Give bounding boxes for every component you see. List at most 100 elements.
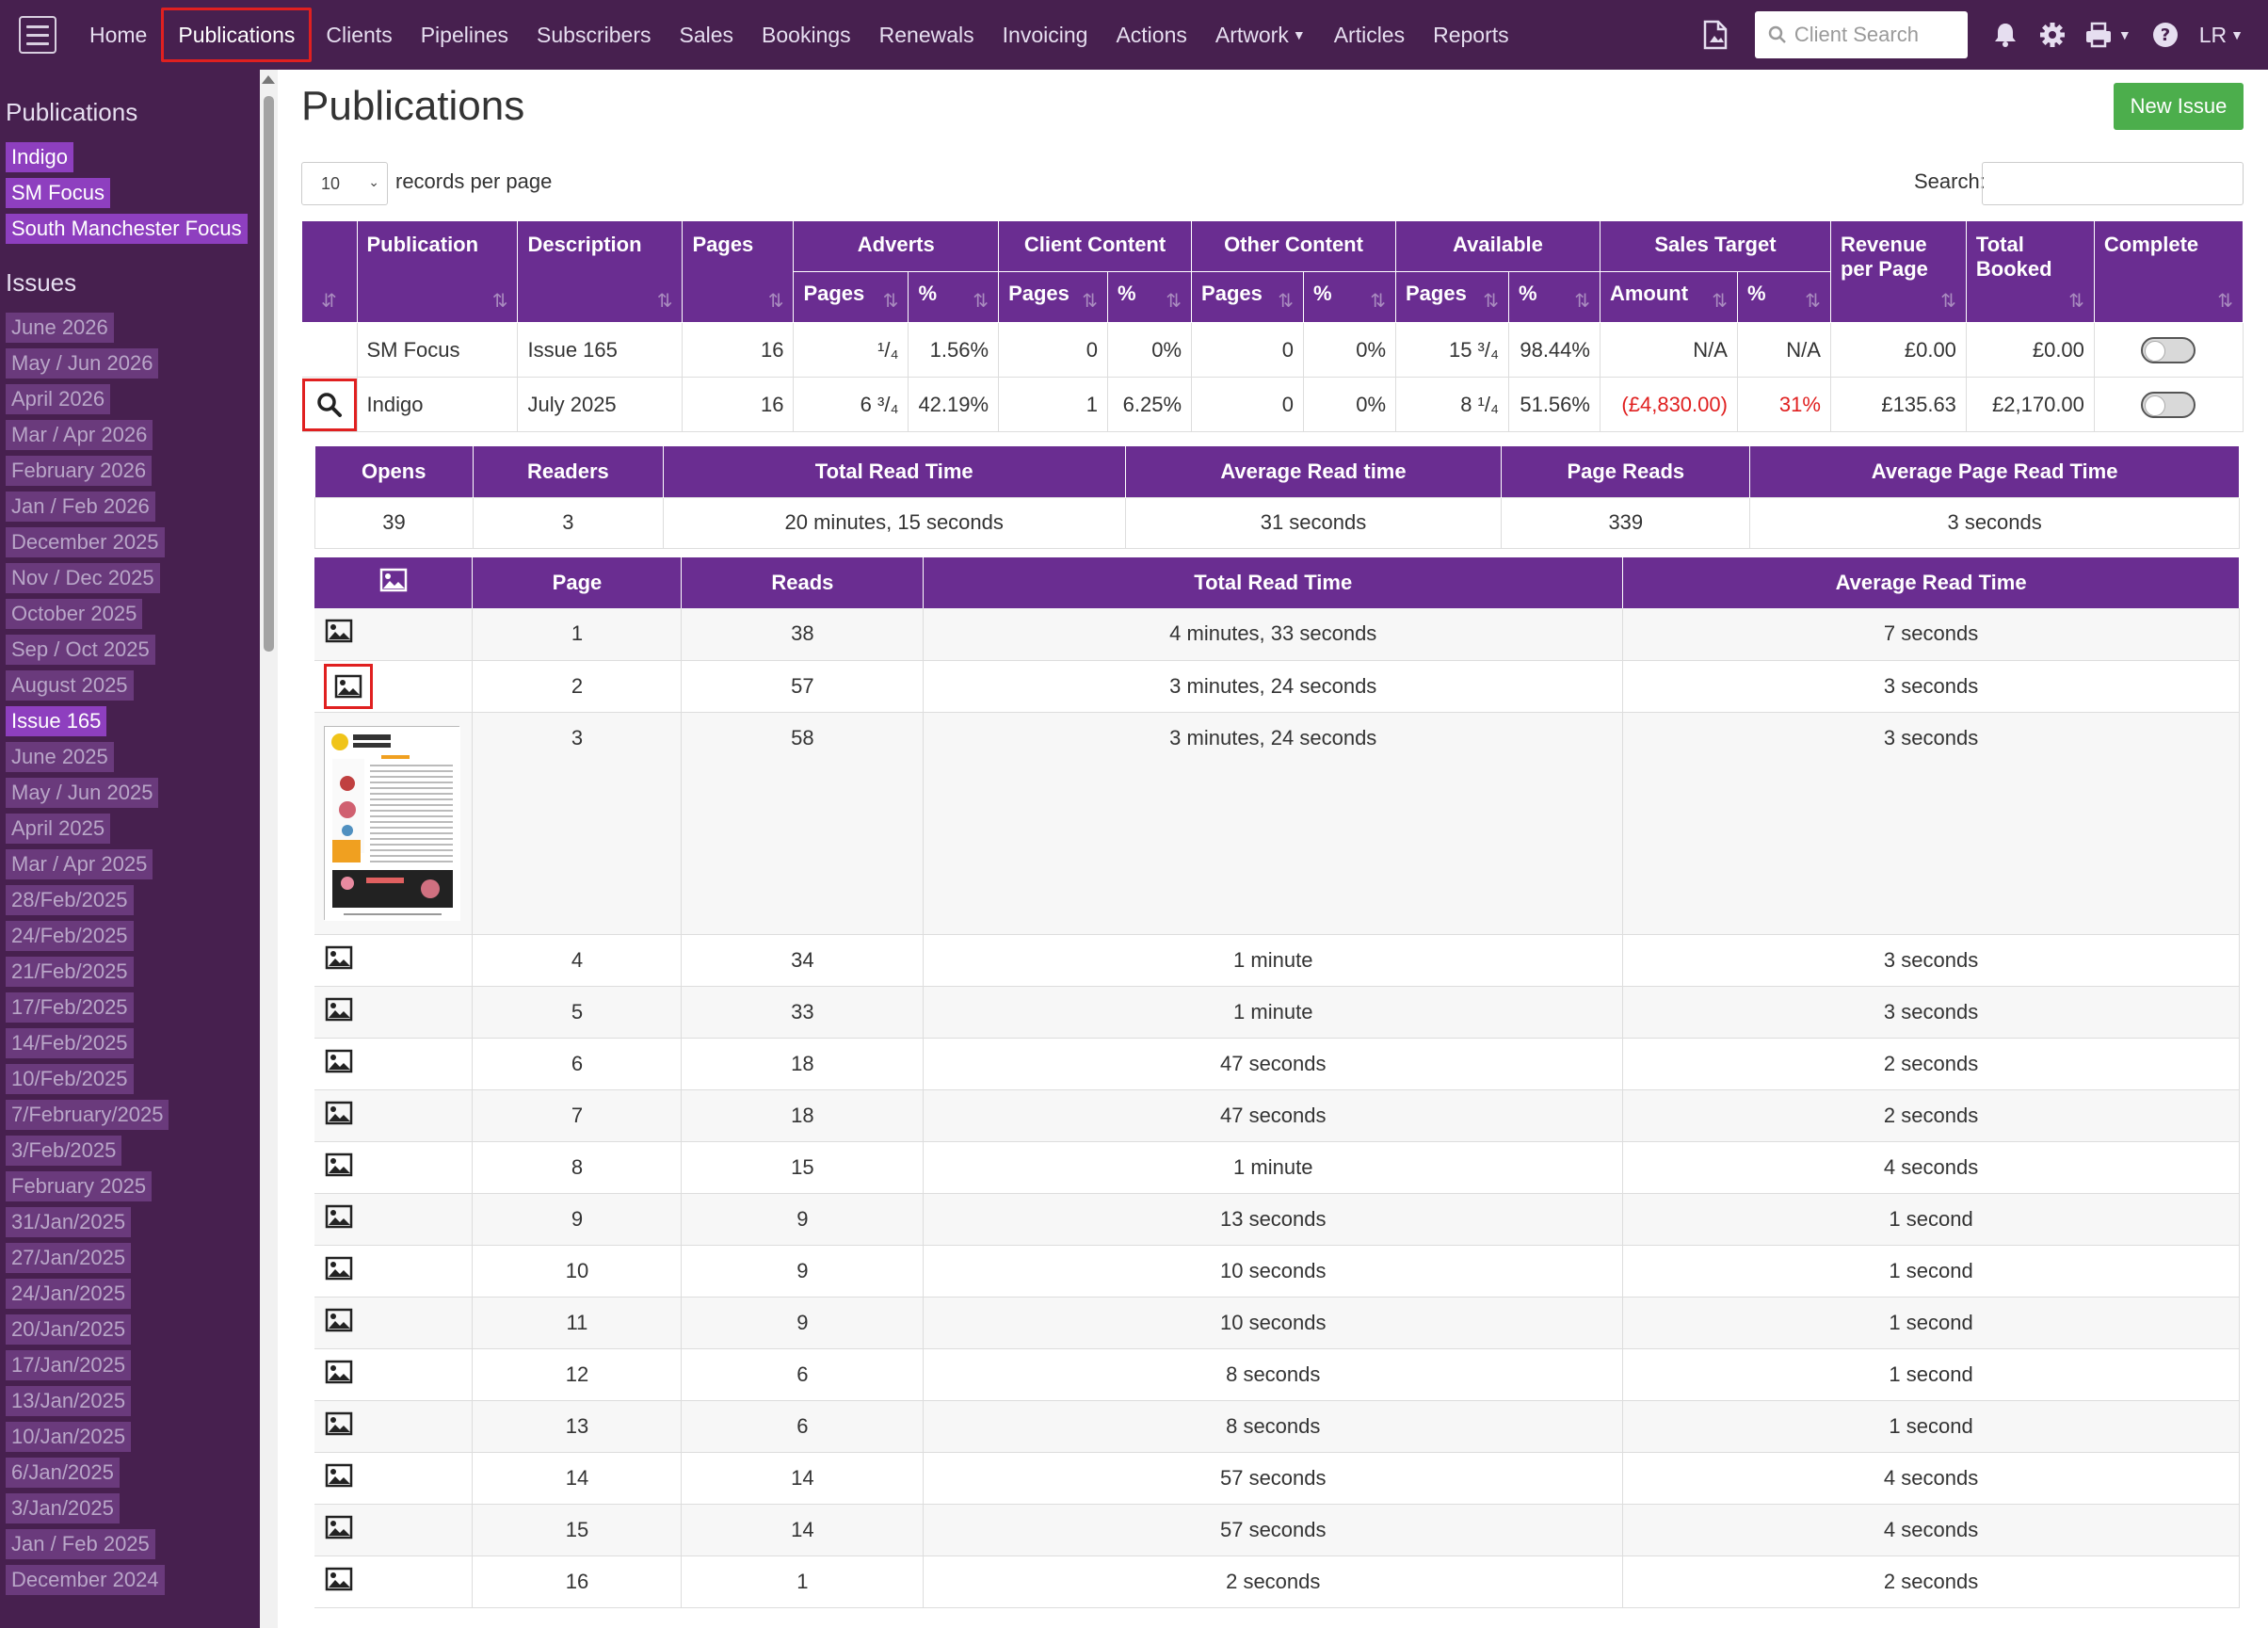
image-icon[interactable] <box>324 1411 353 1436</box>
image-icon[interactable] <box>324 1360 353 1384</box>
image-icon[interactable] <box>324 1256 353 1281</box>
sidebar-issue-link[interactable]: 28/Feb/2025 <box>6 885 134 915</box>
col-target-amount[interactable]: Amount ⇅ <box>1599 271 1738 323</box>
sidebar-issue-link[interactable]: 21/Feb/2025 <box>6 957 134 987</box>
sidebar-issue-link[interactable]: Jan / Feb 2026 <box>6 492 155 522</box>
nav-subscribers[interactable]: Subscribers <box>523 8 665 62</box>
scroll-up-icon[interactable] <box>262 75 275 84</box>
sidebar-issue-link[interactable]: 13/Jan/2025 <box>6 1386 132 1416</box>
bell-icon[interactable] <box>1992 21 2019 49</box>
image-icon[interactable] <box>324 945 353 970</box>
col-available-pct[interactable]: % ⇅ <box>1507 271 1600 323</box>
image-icon[interactable] <box>324 1515 353 1539</box>
nav-clients[interactable]: Clients <box>312 8 406 62</box>
nav-bookings[interactable]: Bookings <box>748 8 865 62</box>
sidebar-publication-link[interactable]: South Manchester Focus <box>6 214 248 244</box>
col-publication-header[interactable]: Publication ⇅ <box>356 220 519 323</box>
col-adverts-pct[interactable]: % ⇅ <box>908 271 1000 323</box>
col-description-header[interactable]: Description ⇅ <box>517 220 684 323</box>
complete-toggle[interactable] <box>2141 336 2196 363</box>
sidebar-issue-link[interactable]: 17/Jan/2025 <box>6 1350 132 1380</box>
sidebar-issue-link[interactable]: Mar / Apr 2026 <box>6 420 153 450</box>
col-target-pct[interactable]: % ⇅ <box>1736 271 1831 323</box>
sidebar-issue-link[interactable]: December 2025 <box>6 527 165 557</box>
records-per-page-select[interactable]: 10 ⌄ <box>301 162 388 205</box>
sidebar-issue-link[interactable]: February 2026 <box>6 456 153 486</box>
image-icon[interactable] <box>324 1463 353 1488</box>
nav-sales[interactable]: Sales <box>665 8 748 62</box>
nav-invoicing[interactable]: Invoicing <box>989 8 1102 62</box>
image-icon[interactable] <box>324 1204 353 1229</box>
sidebar-issue-link[interactable]: December 2024 <box>6 1565 165 1595</box>
nav-articles[interactable]: Articles <box>1320 8 1419 62</box>
nav-reports[interactable]: Reports <box>1419 8 1523 62</box>
sidebar-issue-link[interactable]: Jan / Feb 2025 <box>6 1529 155 1559</box>
sidebar-issue-link[interactable]: Nov / Dec 2025 <box>6 563 160 593</box>
col-client-pct[interactable]: % ⇅ <box>1107 271 1193 323</box>
image-icon[interactable] <box>324 1101 353 1125</box>
nav-renewals[interactable]: Renewals <box>865 8 989 62</box>
sidebar-issue-link[interactable]: Mar / Apr 2025 <box>6 849 153 879</box>
new-issue-button[interactable]: New Issue <box>2114 83 2244 130</box>
gear-icon[interactable] <box>2039 22 2066 48</box>
hamburger-icon[interactable] <box>19 16 56 54</box>
question-circle-icon[interactable]: ? <box>2152 22 2179 48</box>
sidebar-issue-link[interactable]: June 2026 <box>6 313 114 343</box>
image-icon[interactable] <box>324 1308 353 1332</box>
sidebar-issue-link[interactable]: 24/Jan/2025 <box>6 1279 132 1309</box>
client-search-input[interactable]: Client Search <box>1754 11 1968 58</box>
col-adverts-pages[interactable]: Pages ⇅ <box>793 271 909 323</box>
complete-toggle[interactable] <box>2141 391 2196 418</box>
table-search-input[interactable] <box>1982 162 2244 205</box>
magnifier-icon[interactable] <box>301 378 357 431</box>
sidebar-issue-link[interactable]: 27/Jan/2025 <box>6 1243 132 1273</box>
sidebar-issue-link[interactable]: Issue 165 <box>6 706 107 736</box>
sidebar-issue-link[interactable]: April 2025 <box>6 814 111 844</box>
sidebar-issue-link[interactable]: 17/Feb/2025 <box>6 992 134 1023</box>
col-other-pct[interactable]: % ⇅ <box>1303 271 1396 323</box>
sidebar-issue-link[interactable]: 7/February/2025 <box>6 1100 169 1130</box>
nav-artwork[interactable]: Artwork ▼ <box>1201 8 1320 62</box>
printer-icon[interactable]: ▼ <box>2084 22 2131 48</box>
sidebar-issue-link[interactable]: 6/Jan/2025 <box>6 1458 120 1488</box>
nav-actions[interactable]: Actions <box>1102 8 1200 62</box>
nav-home[interactable]: Home <box>75 8 161 62</box>
sidebar-issue-link[interactable]: May / Jun 2026 <box>6 348 159 379</box>
sidebar-issue-link[interactable]: May / Jun 2025 <box>6 778 159 808</box>
sidebar-issue-link[interactable]: 24/Feb/2025 <box>6 921 134 951</box>
col-revenue-per-page-header[interactable]: Revenue per Page ⇅ <box>1829 220 1967 323</box>
image-icon[interactable] <box>324 1152 353 1177</box>
col-total-booked-header[interactable]: Total Booked ⇅ <box>1965 220 2095 323</box>
sidebar-issue-link[interactable]: June 2025 <box>6 742 114 772</box>
nav-pipelines[interactable]: Pipelines <box>407 8 523 62</box>
table-row[interactable]: SM Focus Issue 165 16 ¹/₄ 1.56% 0 0% 0 0… <box>301 322 2244 378</box>
sidebar-issue-link[interactable]: 3/Jan/2025 <box>6 1493 120 1523</box>
col-pages-header[interactable]: Pages ⇅ <box>682 220 795 323</box>
sidebar-scrollbar-thumb[interactable] <box>264 96 274 652</box>
sidebar-issue-link[interactable]: August 2025 <box>6 670 134 701</box>
user-menu[interactable]: LR ▼ <box>2199 8 2268 62</box>
image-icon[interactable] <box>324 1567 353 1591</box>
sidebar-issue-link[interactable]: 10/Feb/2025 <box>6 1064 134 1094</box>
sidebar-publication-link[interactable]: Indigo <box>6 142 73 172</box>
document-icon[interactable] <box>1702 20 1729 50</box>
table-row[interactable]: Indigo July 2025 16 6 ³/₄ 42.19% 1 6.25%… <box>301 377 2244 432</box>
sidebar-issue-link[interactable]: October 2025 <box>6 599 143 629</box>
image-icon[interactable] <box>324 997 353 1022</box>
sidebar-issue-link[interactable]: 20/Jan/2025 <box>6 1314 132 1345</box>
sidebar-issue-link[interactable]: 14/Feb/2025 <box>6 1028 134 1058</box>
sidebar-issue-link[interactable]: 31/Jan/2025 <box>6 1207 132 1237</box>
col-complete-header[interactable]: Complete ⇅ <box>2093 220 2244 323</box>
col-client-pages[interactable]: Pages ⇅ <box>998 271 1109 323</box>
page-thumbnail[interactable] <box>324 725 460 921</box>
image-icon[interactable] <box>324 1049 353 1073</box>
sidebar-issue-link[interactable]: February 2025 <box>6 1171 153 1201</box>
col-available-pages[interactable]: Pages ⇅ <box>1395 271 1509 323</box>
image-icon[interactable] <box>324 663 373 709</box>
image-icon[interactable] <box>324 619 353 643</box>
sidebar-issue-link[interactable]: 3/Feb/2025 <box>6 1136 122 1166</box>
col-expand-header[interactable]: ⇵ <box>301 220 358 323</box>
sidebar-publication-link[interactable]: SM Focus <box>6 178 111 208</box>
sidebar-issue-link[interactable]: April 2026 <box>6 384 111 414</box>
sidebar-issue-link[interactable]: 10/Jan/2025 <box>6 1422 132 1452</box>
